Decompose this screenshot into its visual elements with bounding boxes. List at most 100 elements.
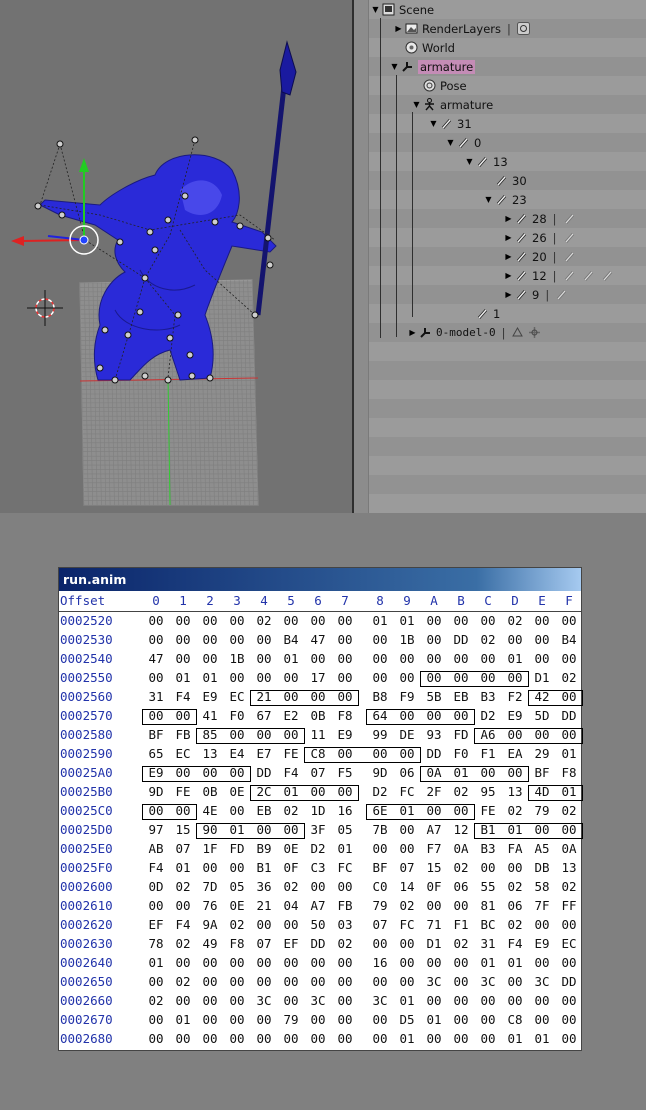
hex-byte[interactable]: D2 xyxy=(370,784,390,799)
hex-byte[interactable]: 00 xyxy=(559,1031,579,1046)
hex-byte[interactable]: 00 xyxy=(451,1012,471,1027)
bone-child-icon[interactable] xyxy=(582,269,595,282)
hex-byte[interactable]: AB xyxy=(146,841,166,856)
hex-byte[interactable]: 00 xyxy=(505,860,525,875)
hex-byte[interactable]: 00 xyxy=(451,955,471,970)
hex-byte[interactable]: 0B xyxy=(200,784,220,799)
hex-byte[interactable]: 00 xyxy=(281,613,301,628)
hex-byte[interactable]: 2F xyxy=(424,784,444,799)
outliner-item-model[interactable]: ▶ 0-model-0 | xyxy=(408,323,545,342)
hex-byte[interactable]: 1B xyxy=(227,651,247,666)
hex-byte[interactable]: 04 xyxy=(281,898,301,913)
hex-byte[interactable]: BF xyxy=(532,765,552,780)
hex-byte[interactable]: 00 xyxy=(370,841,390,856)
hex-byte[interactable]: 00 xyxy=(505,993,525,1008)
hex-byte[interactable]: 11 xyxy=(308,727,328,742)
hex-byte[interactable]: C0 xyxy=(370,879,390,894)
hex-byte[interactable]: F0 xyxy=(227,708,247,723)
hex-byte[interactable]: FE xyxy=(173,784,193,799)
hex-byte[interactable]: 00 xyxy=(173,993,193,1008)
hex-byte[interactable]: 02 xyxy=(397,898,417,913)
hex-byte[interactable]: 5B xyxy=(424,689,444,704)
hex-byte[interactable]: 4E xyxy=(200,803,220,818)
hex-byte[interactable]: 79 xyxy=(281,1012,301,1027)
hex-byte[interactable]: B1 xyxy=(254,860,274,875)
hex-byte[interactable]: BF xyxy=(146,727,166,742)
hex-row[interactable]: 00025C0 00 00 4E 00 EB 02 1D 16 6E 01 00 00 FE 02 79 02 xyxy=(59,803,581,822)
hex-byte[interactable]: 00 xyxy=(451,1031,471,1046)
hex-byte[interactable]: 00 xyxy=(397,841,417,856)
hex-byte[interactable]: 06 xyxy=(451,879,471,894)
hex-byte[interactable]: 00 xyxy=(254,651,274,666)
hex-byte[interactable]: 00 xyxy=(478,1031,498,1046)
hex-byte[interactable]: 01 xyxy=(505,1031,525,1046)
hex-byte[interactable]: 02 xyxy=(505,917,525,932)
hex-byte[interactable]: 00 xyxy=(451,651,471,666)
hex-byte[interactable]: 49 xyxy=(200,936,220,951)
hex-byte[interactable]: 02 xyxy=(173,974,193,989)
expand-right-icon[interactable]: ▶ xyxy=(504,252,513,261)
hex-byte[interactable]: 02 xyxy=(173,936,193,951)
hex-byte[interactable]: 01 xyxy=(478,955,498,970)
expand-right-icon[interactable]: ▶ xyxy=(504,290,513,299)
hex-byte[interactable]: 00 xyxy=(254,670,274,685)
hex-byte[interactable]: 00 xyxy=(478,613,498,628)
hex-byte[interactable]: 00 xyxy=(227,1012,247,1027)
hex-byte[interactable]: FF xyxy=(559,898,579,913)
hex-byte[interactable]: 76 xyxy=(200,898,220,913)
hex-byte[interactable]: 31 xyxy=(478,936,498,951)
hex-byte[interactable]: 00 xyxy=(227,613,247,628)
hex-byte[interactable]: 06 xyxy=(505,898,525,913)
hex-byte[interactable]: EC xyxy=(173,746,193,761)
hex-byte[interactable]: 00 xyxy=(227,993,247,1008)
outliner-item-bone-31[interactable]: ▼ 31 xyxy=(429,114,471,133)
hex-byte[interactable]: 00 xyxy=(505,632,525,647)
hex-byte[interactable]: E9 xyxy=(200,689,220,704)
hex-byte[interactable]: 13 xyxy=(505,784,525,799)
hex-byte[interactable]: D2 xyxy=(478,708,498,723)
hex-byte[interactable]: 0F xyxy=(424,879,444,894)
hex-byte[interactable]: 00 xyxy=(370,651,390,666)
bone-child-icon[interactable] xyxy=(563,212,576,225)
hex-byte[interactable]: 02 xyxy=(227,917,247,932)
hex-byte[interactable]: 79 xyxy=(370,898,390,913)
hex-byte[interactable]: 0E xyxy=(227,784,247,799)
hex-byte[interactable]: BF xyxy=(370,860,390,875)
hex-byte[interactable]: 50 xyxy=(308,917,328,932)
hex-byte[interactable]: EB xyxy=(254,803,274,818)
hex-byte[interactable]: F8 xyxy=(227,936,247,951)
hex-byte[interactable]: 02 xyxy=(505,613,525,628)
hex-byte[interactable]: F1 xyxy=(451,917,471,932)
hex-byte[interactable]: F4 xyxy=(505,936,525,951)
outliner-item-bone-1[interactable]: 1 xyxy=(465,304,500,323)
hex-byte[interactable]: DB xyxy=(532,860,552,875)
hex-byte[interactable]: 0B xyxy=(308,708,328,723)
hex-byte[interactable]: F4 xyxy=(173,917,193,932)
bone-child-icon[interactable] xyxy=(601,269,614,282)
hex-byte[interactable]: 0F xyxy=(281,860,301,875)
expand-down-icon[interactable]: ▼ xyxy=(390,62,399,71)
hex-byte[interactable]: 21 xyxy=(254,898,274,913)
hex-byte[interactable]: FE xyxy=(478,803,498,818)
expand-down-icon[interactable]: ▼ xyxy=(429,119,438,128)
hex-byte[interactable]: F1 xyxy=(478,746,498,761)
hex-row[interactable]: 0002520 00 00 00 00 02 00 00 00 01 01 00 00 00 02 00 00 xyxy=(59,613,581,632)
outliner-item-armature-object[interactable]: ▼ armature xyxy=(390,57,476,76)
spear[interactable] xyxy=(255,40,297,316)
hex-byte[interactable]: 00 xyxy=(146,670,166,685)
hex-byte[interactable]: 55 xyxy=(478,879,498,894)
hex-byte[interactable]: 00 xyxy=(478,1012,498,1027)
hex-byte[interactable]: 01 xyxy=(173,860,193,875)
hex-byte[interactable]: 00 xyxy=(451,613,471,628)
hex-byte[interactable]: 7F xyxy=(532,898,552,913)
hex-byte[interactable]: 00 xyxy=(335,1012,355,1027)
hex-byte[interactable]: 15 xyxy=(173,822,193,837)
hex-byte[interactable]: 5D xyxy=(532,708,552,723)
hex-byte[interactable]: F5 xyxy=(335,765,355,780)
hex-byte[interactable]: 02 xyxy=(173,879,193,894)
hex-byte[interactable]: 01 xyxy=(173,1012,193,1027)
hex-byte[interactable]: EF xyxy=(281,936,301,951)
hex-byte[interactable]: DD xyxy=(559,974,579,989)
hex-byte[interactable]: 05 xyxy=(335,822,355,837)
hex-byte[interactable]: 00 xyxy=(254,955,274,970)
